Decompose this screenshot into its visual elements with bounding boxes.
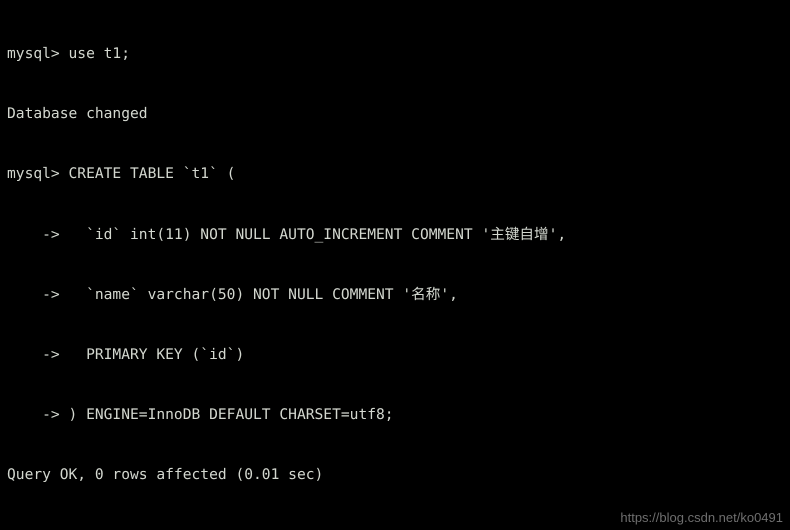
watermark-text: https://blog.csdn.net/ko0491 xyxy=(620,510,783,525)
terminal-line: mysql> use t1; xyxy=(7,45,131,63)
terminal-line: Query OK, 0 rows affected (0.01 sec) xyxy=(7,466,324,484)
terminal-line: -> `name` varchar(50) NOT NULL COMMENT '… xyxy=(7,285,458,303)
terminal-line: mysql> CREATE TABLE `t1` ( xyxy=(7,165,236,183)
terminal-line: Database changed xyxy=(7,105,148,123)
terminal-line: -> PRIMARY KEY (`id`) xyxy=(7,345,245,363)
terminal-line: -> `id` int(11) NOT NULL AUTO_INCREMENT … xyxy=(7,225,567,243)
terminal-output[interactable]: mysql> use t1; Database changed mysql> C… xyxy=(0,0,566,530)
terminal-line: -> ) ENGINE=InnoDB DEFAULT CHARSET=utf8; xyxy=(7,405,394,423)
terminal-window[interactable]: mysql> use t1; Database changed mysql> C… xyxy=(0,0,790,530)
